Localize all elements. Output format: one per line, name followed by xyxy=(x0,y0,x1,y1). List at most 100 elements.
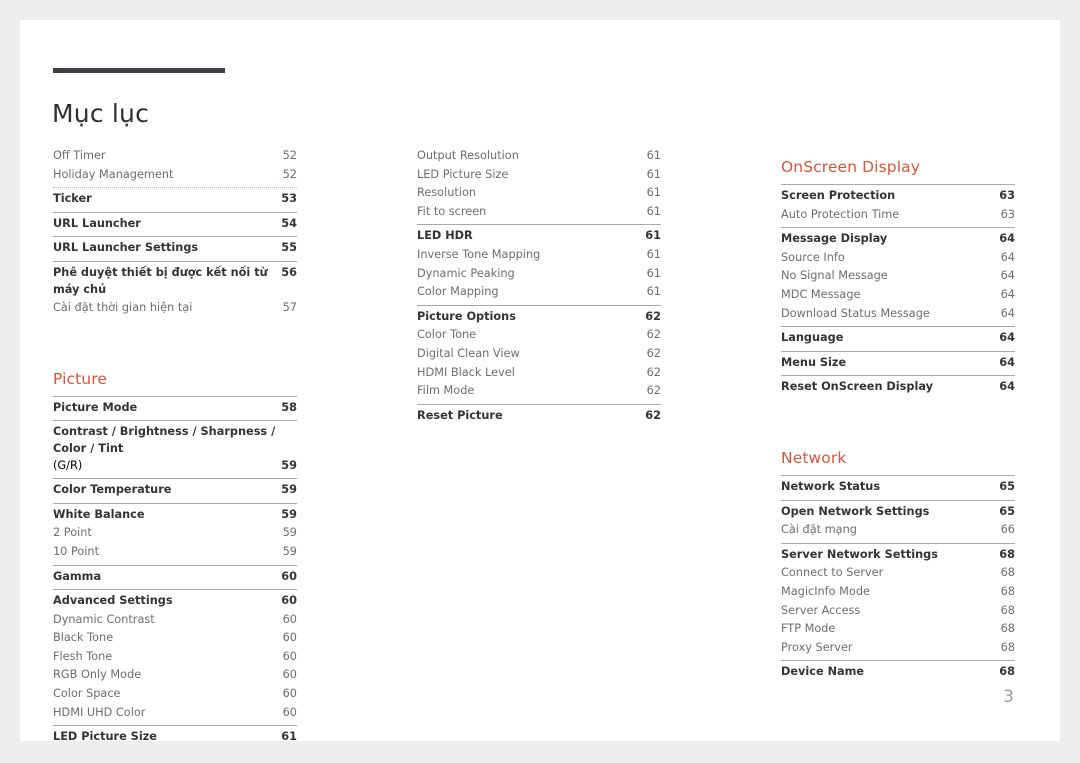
toc-entry[interactable]: Color Space 60 xyxy=(53,685,297,704)
toc-entry[interactable]: Download Status Message 64 xyxy=(781,305,1015,327)
toc-entry-label: Picture Mode xyxy=(53,400,138,414)
toc-entry[interactable]: Reset Picture 62 xyxy=(417,405,661,429)
toc-entry[interactable]: LED HDR 61 xyxy=(417,225,661,246)
toc-entry[interactable]: Reset OnScreen Display 64 xyxy=(781,376,1015,400)
toc-entry[interactable]: Color Temperature 59 xyxy=(53,479,297,503)
toc-entry-page: 62 xyxy=(645,408,661,422)
toc-entry[interactable]: Menu Size 64 xyxy=(781,352,1015,376)
toc-entry-page: 61 xyxy=(646,186,661,200)
toc-entry[interactable]: LED Picture Size 61 xyxy=(53,726,297,750)
toc-entry[interactable]: Device Name 68 xyxy=(781,661,1015,685)
toc-entry[interactable]: Open Network Settings 65 xyxy=(781,501,1015,522)
toc-entry[interactable]: HDMI Black Level 62 xyxy=(417,364,661,383)
document-page: Mục lục Off Timer 52 Holiday Management 52 T… xyxy=(20,20,1060,743)
toc-entry[interactable]: Connect to Server 68 xyxy=(781,564,1015,583)
toc-entry[interactable]: Dynamic Peaking 61 xyxy=(417,265,661,284)
toc-entry[interactable]: Picture Mode 58 xyxy=(53,397,297,421)
toc-entry-label: Language xyxy=(781,331,844,345)
toc-entry[interactable]: Black Tone 60 xyxy=(53,629,297,648)
toc-entry[interactable]: RGB Only Mode 60 xyxy=(53,666,297,685)
toc-entry-page: 65 xyxy=(999,504,1015,518)
toc-entry[interactable]: Gamma 60 xyxy=(53,566,297,590)
toc-entry-page: 64 xyxy=(1000,306,1015,320)
toc-entry-page: 62 xyxy=(645,309,661,323)
toc-entry-label: Advanced Settings xyxy=(53,594,173,608)
toc-entry[interactable]: Cài đặt mạng 66 xyxy=(781,521,1015,543)
toc-entry[interactable]: Flesh Tone 60 xyxy=(53,648,297,667)
toc-entry[interactable]: MagicInfo Mode 68 xyxy=(781,583,1015,602)
toc-entry[interactable]: URL Launcher Settings 55 xyxy=(53,237,297,261)
toc-entry-label: Server Network Settings xyxy=(781,547,938,561)
toc-entry[interactable]: Contrast / Brightness / Sharpness / Colo… xyxy=(53,421,297,478)
toc-group: Reset Picture 62 xyxy=(417,403,661,429)
toc-group: Picture Mode 58 xyxy=(53,395,297,421)
column-1: Off Timer 52 Holiday Management 52 Ticker 53 U… xyxy=(53,145,297,750)
toc-entry[interactable]: Digital Clean View 62 xyxy=(417,345,661,364)
toc-entry-page: 61 xyxy=(646,149,661,162)
toc-entry[interactable]: Phê duyệt thiết bị được kết nối từ máy c… xyxy=(53,262,297,299)
toc-entry[interactable]: Server Access 68 xyxy=(781,602,1015,621)
toc-entry[interactable]: Auto Protection Time 63 xyxy=(781,206,1015,228)
toc-entry-label: Message Display xyxy=(781,232,888,246)
toc-entry[interactable]: Fit to screen 61 xyxy=(417,203,661,225)
toc-entry-page: 59 xyxy=(281,458,297,472)
toc-entry-label: Network Status xyxy=(781,479,881,493)
toc-entry[interactable]: Dynamic Contrast 60 xyxy=(53,611,297,630)
toc-entry[interactable]: FTP Mode 68 xyxy=(781,620,1015,639)
toc-entry[interactable]: 10 Point 59 xyxy=(53,543,297,565)
toc-entry[interactable]: Language 64 xyxy=(781,327,1015,351)
toc-entry[interactable]: 2 Point 59 xyxy=(53,524,297,543)
toc-entry-label: LED Picture Size xyxy=(417,167,509,181)
toc-entry-label: FTP Mode xyxy=(781,622,836,636)
toc-entry[interactable]: Color Mapping 61 xyxy=(417,283,661,305)
toc-entry[interactable]: Resolution 61 xyxy=(417,184,661,203)
toc-entry[interactable]: URL Launcher 54 xyxy=(53,213,297,237)
toc-group: Gamma 60 xyxy=(53,564,297,590)
toc-entry[interactable]: Server Network Settings 68 xyxy=(781,544,1015,565)
toc-entry[interactable]: Proxy Server 68 xyxy=(781,639,1015,661)
toc-entry[interactable]: Screen Protection 63 xyxy=(781,185,1015,206)
toc-entry-label: RGB Only Mode xyxy=(53,668,142,682)
toc-entry[interactable]: Off Timer 52 xyxy=(53,145,297,166)
toc-entry[interactable]: Source Info 64 xyxy=(781,249,1015,268)
toc-entry[interactable]: Message Display 64 xyxy=(781,228,1015,249)
toc-entry[interactable]: Output Resolution 61 xyxy=(417,145,661,166)
page-number: 3 xyxy=(1003,687,1014,707)
toc-entry-page: 57 xyxy=(282,301,297,315)
toc-entry[interactable]: MDC Message 64 xyxy=(781,286,1015,305)
toc-entry-page: 56 xyxy=(281,265,297,279)
toc-entry-label: Screen Protection xyxy=(781,189,896,202)
toc-entry-label: Flesh Tone xyxy=(53,649,113,663)
toc-entry-page: 68 xyxy=(1000,622,1015,636)
toc-entry[interactable]: Inverse Tone Mapping 61 xyxy=(417,246,661,265)
toc-entry-page: 64 xyxy=(999,232,1015,246)
toc-entry[interactable]: Holiday Management 52 xyxy=(53,166,297,188)
toc-entry-label: Cài đặt mạng xyxy=(781,523,857,537)
toc-group: Advanced Settings 60 Dynamic Contrast 60 Bla… xyxy=(53,589,297,725)
toc-entry-page: 61 xyxy=(281,730,297,744)
toc-entry-page: 59 xyxy=(281,483,297,497)
section-heading: OnScreen Display xyxy=(781,158,920,176)
toc-group: Phê duyệt thiết bị được kết nối từ máy c… xyxy=(53,260,297,321)
toc-entry-label: HDMI Black Level xyxy=(417,365,515,379)
toc-entry-label: Gamma xyxy=(53,569,102,583)
toc-entry[interactable]: Cài đặt thời gian hiện tại 57 xyxy=(53,299,297,321)
toc-entry[interactable]: Color Tone 62 xyxy=(417,326,661,345)
toc-entry-label: Fit to screen xyxy=(417,204,487,218)
toc-entry-page: 64 xyxy=(999,380,1015,394)
toc-entry-page: 64 xyxy=(1000,287,1015,301)
toc-entry-label: Output Resolution xyxy=(417,149,519,162)
toc-entry[interactable]: No Signal Message 64 xyxy=(781,267,1015,286)
toc-entry[interactable]: LED Picture Size 61 xyxy=(417,166,661,185)
toc-entry[interactable]: Picture Options 62 xyxy=(417,306,661,327)
toc-entry[interactable]: Film Mode 62 xyxy=(417,382,661,404)
toc-entry-page: 53 xyxy=(281,192,297,206)
toc-entry-label: Color Temperature xyxy=(53,483,172,497)
toc-entry[interactable]: HDMI UHD Color 60 xyxy=(53,704,297,726)
toc-entry-label: Inverse Tone Mapping xyxy=(417,247,541,261)
toc-entry[interactable]: White Balance 59 xyxy=(53,504,297,525)
toc-entry[interactable]: Advanced Settings 60 xyxy=(53,590,297,611)
toc-entry[interactable]: Network Status 65 xyxy=(781,476,1015,500)
toc-entry[interactable]: Ticker 53 xyxy=(53,188,297,212)
